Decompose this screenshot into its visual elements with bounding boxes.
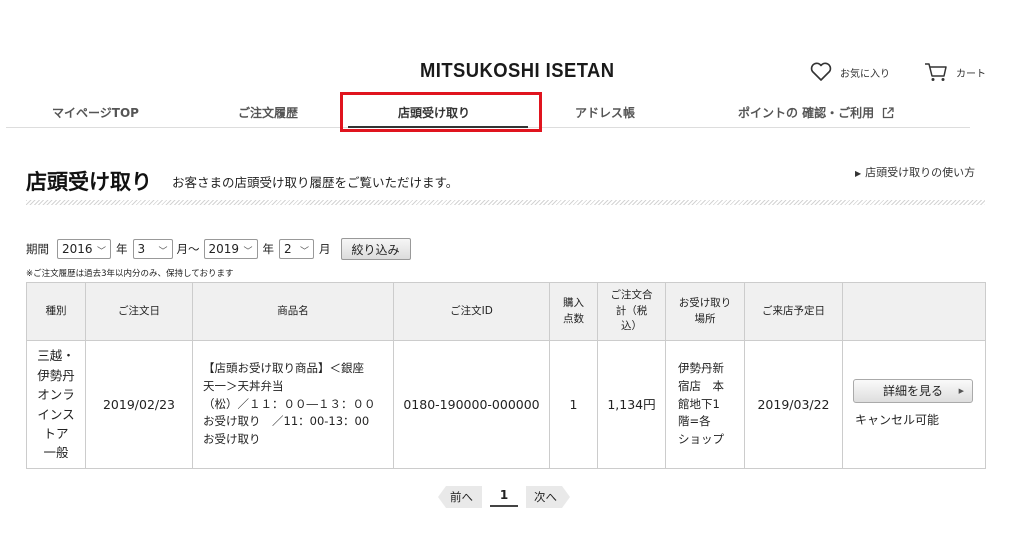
cell-total: 1,134円 bbox=[597, 340, 666, 469]
main-nav: マイページTOP ご注文履歴 店頭受け取り アドレス帳 ポイントの 確認・ご利用 bbox=[6, 98, 970, 128]
nav-item-address-book[interactable]: アドレス帳 bbox=[575, 104, 635, 121]
nav-item-points[interactable]: ポイントの 確認・ご利用 bbox=[738, 104, 894, 121]
cell-place: 伊勢丹新 宿店 本 館地下1 階=各 ショップ bbox=[665, 340, 745, 469]
year-unit-label: 年 bbox=[116, 242, 128, 256]
chevron-down-icon: ﹀ bbox=[158, 247, 168, 257]
year-unit-label: 年 bbox=[262, 242, 275, 256]
chevron-down-icon: ﹀ bbox=[96, 247, 106, 257]
current-page[interactable]: 1 bbox=[490, 488, 518, 507]
howto-link-label: 店頭受け取りの使い方 bbox=[865, 166, 976, 179]
cell-qty: 1 bbox=[549, 340, 598, 469]
prev-page-button[interactable]: 前へ bbox=[438, 486, 482, 508]
table-header-row: 種別 ご注文日 商品名 ご注文ID 購入 点数 ご注文合 計（税 込） お受け取… bbox=[26, 282, 986, 341]
cell-order-date: 2019/02/23 bbox=[85, 340, 193, 469]
favorites-link[interactable]: お気に入り bbox=[810, 62, 890, 82]
cancel-status: キャンセル可能 bbox=[855, 413, 940, 428]
header-place: お受け取り 場所 bbox=[665, 282, 745, 341]
cell-kind: 三越・ 伊勢丹 オンラ インス トア 一般 bbox=[26, 340, 86, 469]
month-unit-label: 月 bbox=[319, 242, 331, 256]
header-action bbox=[842, 282, 986, 341]
month-tilde-label: 月〜 bbox=[176, 242, 200, 256]
triangle-right-icon: ▶ bbox=[958, 386, 964, 395]
section-divider bbox=[26, 200, 985, 205]
to-year-value: 2019 bbox=[208, 242, 240, 256]
header-order-date: ご注文日 bbox=[85, 282, 193, 341]
heart-icon bbox=[810, 62, 832, 81]
header-order-id: ご注文ID bbox=[393, 282, 550, 341]
cell-action: 詳細を見る ▶ キャンセル可能 bbox=[842, 340, 986, 469]
next-page-button[interactable]: 次へ bbox=[526, 486, 570, 508]
header-total: ご注文合 計（税 込） bbox=[597, 282, 666, 341]
header-qty: 購入 点数 bbox=[549, 282, 598, 341]
to-month-value: 2 bbox=[284, 242, 292, 256]
from-year-select[interactable]: 2016 ﹀ bbox=[57, 239, 111, 259]
from-year-value: 2016 bbox=[62, 242, 93, 256]
header-kind: 種別 bbox=[26, 282, 86, 341]
header-visit-date: ご来店予定日 bbox=[744, 282, 843, 341]
nav-item-points-label: ポイントの 確認・ご利用 bbox=[738, 106, 875, 120]
history-note: ※ご注文履歴は過去3年以内分のみ、保持しております bbox=[26, 269, 234, 279]
table-row: 三越・ 伊勢丹 オンラ インス トア 一般 2019/02/23 【店頭お受け取… bbox=[26, 340, 986, 469]
cell-product: 【店頭お受け取り商品】＜銀座 天一＞天丼弁当 （松）／１１：００―１３：００ お… bbox=[192, 340, 394, 469]
period-label: 期間 bbox=[26, 242, 49, 256]
nav-item-order-history[interactable]: ご注文履歴 bbox=[238, 104, 298, 121]
triangle-right-icon: ▶ bbox=[855, 169, 862, 178]
from-month-value: 3 bbox=[137, 242, 146, 256]
from-month-select[interactable]: 3 ﹀ bbox=[132, 239, 173, 259]
pickup-history-table: 種別 ご注文日 商品名 ご注文ID 購入 点数 ご注文合 計（税 込） お受け取… bbox=[26, 282, 986, 469]
period-filter: 期間 2016 ﹀ 年 3 ﹀ 月〜 2019 ﹀ 年 2 ﹀ 月 絞り込み bbox=[26, 238, 411, 260]
page-subtitle: お客さまの店頭受け取り履歴をご覧いただけます。 bbox=[172, 175, 459, 190]
nav-item-mypage-top[interactable]: マイページTOP bbox=[52, 104, 139, 121]
pagination: 前へ 1 次へ bbox=[438, 486, 570, 508]
cart-link[interactable]: カート bbox=[924, 62, 986, 82]
favorites-label: お気に入り bbox=[840, 68, 890, 80]
view-details-button[interactable]: 詳細を見る ▶ bbox=[853, 379, 973, 404]
cell-order-id: 0180-190000-000000 bbox=[393, 340, 550, 469]
cart-icon bbox=[925, 63, 947, 81]
view-details-label: 詳細を見る bbox=[882, 383, 943, 398]
brand-logo[interactable]: MITSUKOSHI ISETAN bbox=[420, 60, 615, 83]
page-title: 店頭受け取り bbox=[26, 170, 152, 194]
chevron-down-icon: ﹀ bbox=[299, 247, 309, 257]
howto-link[interactable]: ▶ 店頭受け取りの使い方 bbox=[855, 164, 975, 180]
chevron-down-icon: ﹀ bbox=[243, 247, 253, 257]
to-month-select[interactable]: 2 ﹀ bbox=[279, 239, 314, 259]
cart-label: カート bbox=[956, 68, 986, 80]
external-link-icon bbox=[883, 107, 894, 119]
header-product: 商品名 bbox=[192, 282, 394, 341]
to-year-select[interactable]: 2019 ﹀ bbox=[203, 239, 258, 259]
filter-button[interactable]: 絞り込み bbox=[340, 238, 411, 260]
cell-visit-date: 2019/03/22 bbox=[744, 340, 843, 469]
nav-item-store-pickup[interactable]: 店頭受け取り bbox=[347, 104, 529, 128]
